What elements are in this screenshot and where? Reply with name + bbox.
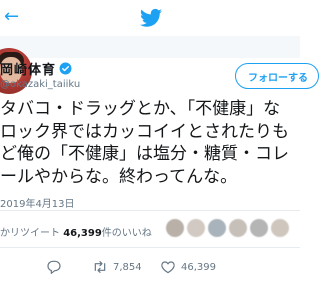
divider bbox=[0, 210, 300, 211]
divider bbox=[0, 247, 300, 248]
author-name-row: 岡崎体育 bbox=[0, 59, 72, 78]
liker-avatar[interactable] bbox=[166, 219, 184, 237]
heart-icon bbox=[161, 261, 175, 274]
tweet-line: ールやからな。終わってんな。 bbox=[0, 166, 238, 187]
top-bar: ← bbox=[0, 0, 300, 37]
liker-avatar[interactable] bbox=[271, 219, 289, 237]
author-handle[interactable]: @okazaki_taiiku bbox=[0, 79, 80, 90]
liker-avatar[interactable] bbox=[208, 219, 226, 237]
tweet-text: タバコ・ドラッグとか、「不健康」な ロック界ではカッコイイとされたりも ど俺の「… bbox=[0, 98, 300, 188]
liker-avatar[interactable] bbox=[187, 219, 205, 237]
follow-button[interactable]: フォローする bbox=[235, 63, 319, 89]
twitter-bird-icon bbox=[140, 8, 162, 27]
liker-avatars bbox=[166, 219, 292, 237]
tweet-line: タバコ・ドラッグとか、「不健康」な bbox=[0, 99, 281, 119]
retweet-count: 7,854 bbox=[113, 261, 142, 273]
back-arrow-icon[interactable]: ← bbox=[4, 8, 19, 26]
likes-count[interactable]: 46,399 bbox=[63, 228, 102, 239]
tweet-actions: 7,854 46,399 bbox=[0, 259, 300, 279]
reply-button[interactable] bbox=[46, 259, 67, 275]
retweets-label[interactable]: かリツイート bbox=[0, 228, 60, 239]
like-button[interactable]: 46,399 bbox=[160, 259, 216, 275]
tweet-line: ロック界ではカッコイイとされたりも bbox=[0, 121, 289, 142]
verified-badge-icon bbox=[59, 62, 72, 74]
likes-label[interactable]: 件のいいね bbox=[102, 228, 152, 239]
tweet-date[interactable]: 2019年4月13日 bbox=[0, 195, 75, 210]
retweet-icon bbox=[94, 261, 106, 273]
retweet-button[interactable]: 7,854 bbox=[92, 259, 142, 275]
header-background bbox=[0, 36, 300, 58]
author-name[interactable]: 岡崎体育 bbox=[0, 59, 56, 78]
tweet-line: ど俺の「不健康」は塩分・糖質・コレ bbox=[0, 144, 289, 164]
like-count: 46,399 bbox=[181, 261, 216, 273]
reply-icon bbox=[47, 260, 61, 274]
tweet-stats: かリツイート 46,399件のいいね bbox=[0, 224, 152, 239]
liker-avatar[interactable] bbox=[250, 219, 268, 237]
liker-avatar[interactable] bbox=[229, 219, 247, 237]
